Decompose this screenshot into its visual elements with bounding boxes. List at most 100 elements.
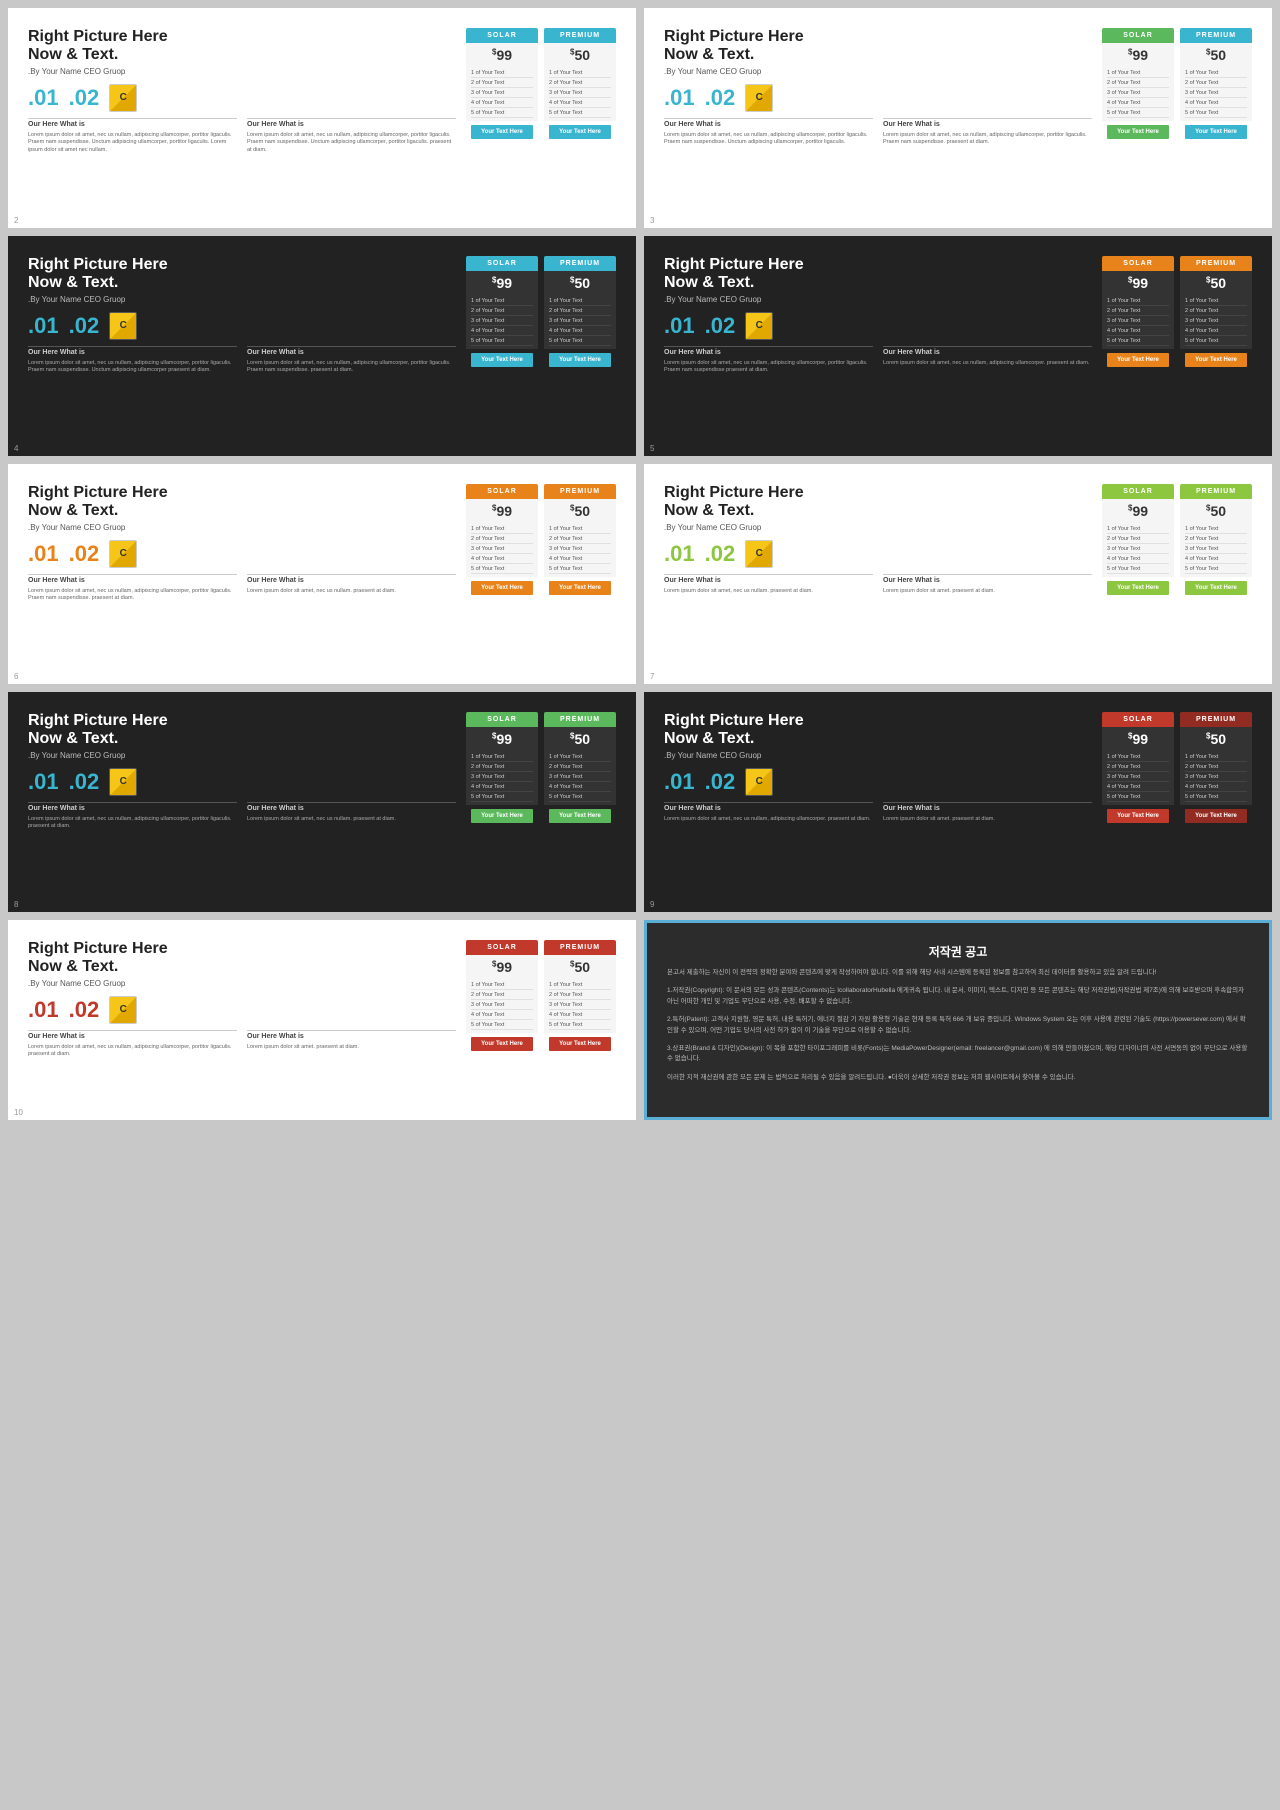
slide-3-card1: SOLAR $99 1 of Your Text 2 of Your Text … xyxy=(1102,28,1174,208)
slide-9-desc2: Lorem ipsum dolor sit amet. praesent at … xyxy=(883,816,1092,824)
card-btn[interactable]: Your Text Here xyxy=(471,1037,533,1051)
slide-3-logo: C xyxy=(745,84,773,112)
slide-4-logo: C xyxy=(109,312,137,340)
card-btn[interactable]: Your Text Here xyxy=(549,353,611,367)
slide-7-card1: SOLAR $99 1 of Your Text 2 of Your Text … xyxy=(1102,484,1174,664)
card-btn[interactable]: Your Text Here xyxy=(1185,581,1247,595)
slide-7-desc2: Lorem ipsum dolor sit amet. praesent at … xyxy=(883,588,1092,596)
card-btn[interactable]: Your Text Here xyxy=(549,125,611,139)
slide-2-card2: PREMIUM $50 1 of Your Text 2 of Your Tex… xyxy=(544,28,616,208)
card-features: 1 of Your Text 2 of Your Text 3 of Your … xyxy=(544,293,616,349)
card-header: PREMIUM xyxy=(1180,712,1252,727)
slide-4-label2: Our Here What is xyxy=(247,346,456,356)
card-btn[interactable]: Your Text Here xyxy=(1107,125,1169,139)
slide-8-desc2: Lorem ipsum dolor sit amet, nec us nulla… xyxy=(247,816,456,831)
slide-9: Right Picture HereNow & Text. .By Your N… xyxy=(644,692,1272,912)
page-number: 5 xyxy=(650,444,654,453)
slide-7-stat1: .01 xyxy=(664,541,695,567)
slide-2-title: Right Picture HereNow & Text. xyxy=(28,28,456,65)
page-number: 3 xyxy=(650,216,654,225)
card-price: $99 xyxy=(466,499,538,521)
card-btn[interactable]: Your Text Here xyxy=(1107,809,1169,823)
card-features: 1 of Your Text 2 of Your Text 3 of Your … xyxy=(544,521,616,577)
slide-5-card2: PREMIUM $50 1 of Your Text 2 of Your Tex… xyxy=(1180,256,1252,436)
slide-7-logo: C xyxy=(745,540,773,568)
slide-5-stat2: .02 xyxy=(705,313,736,339)
card-features: 1 of Your Text 2 of Your Text 3 of Your … xyxy=(466,293,538,349)
slide-4-desc1: Lorem ipsum dolor sit amet, nec us nulla… xyxy=(28,360,237,375)
slide-3-subtitle: .By Your Name CEO Gruop xyxy=(664,67,1092,76)
slide-5: Right Picture HereNow & Text. .By Your N… xyxy=(644,236,1272,456)
slide-2: Right Picture HereNow & Text. .By Your N… xyxy=(8,8,636,228)
slide-7-desc1: Lorem ipsum dolor sit amet, nec us nulla… xyxy=(664,588,873,596)
slide-10-logo: C xyxy=(109,996,137,1024)
slide-10-stat1: .01 xyxy=(28,997,59,1023)
card-header: SOLAR xyxy=(1102,484,1174,499)
card-header: PREMIUM xyxy=(544,484,616,499)
card-btn[interactable]: Your Text Here xyxy=(1107,581,1169,595)
card-header: PREMIUM xyxy=(544,256,616,271)
card-btn[interactable]: Your Text Here xyxy=(1185,125,1247,139)
slide-6-label1: Our Here What is xyxy=(28,574,237,584)
slide-7-stat2: .02 xyxy=(705,541,736,567)
slide-7-title: Right Picture HereNow & Text. xyxy=(664,484,1092,521)
slide-10-desc2: Lorem ipsum dolor sit amet. praesent at … xyxy=(247,1044,456,1059)
card-header: SOLAR xyxy=(1102,256,1174,271)
copyright-para5: 이러한 지적 재산권에 관한 모든 문제 는 법적으로 처리될 수 있음을 알려… xyxy=(667,1073,1249,1083)
card-btn[interactable]: Your Text Here xyxy=(1185,353,1247,367)
copyright-title: 저작권 공고 xyxy=(667,943,1249,960)
card-price: $99 xyxy=(466,727,538,749)
card-btn[interactable]: Your Text Here xyxy=(549,581,611,595)
page-number: 8 xyxy=(14,900,18,909)
card-header: PREMIUM xyxy=(1180,28,1252,43)
slide-8-stat1: .01 xyxy=(28,769,59,795)
slide-2-label1: Our Here What is xyxy=(28,118,237,128)
copyright-para1: 본고서 제출하는 자신이 이 전략의 정확한 분야와 콘텐츠에 맞게 작성하여야… xyxy=(667,968,1249,978)
page-number: 7 xyxy=(650,672,654,681)
page-number: 6 xyxy=(14,672,18,681)
page-number: 2 xyxy=(14,216,18,225)
card-btn[interactable]: Your Text Here xyxy=(1185,809,1247,823)
slide-4-subtitle: .By Your Name CEO Gruop xyxy=(28,295,456,304)
slide-7: Right Picture HereNow & Text. .By Your N… xyxy=(644,464,1272,684)
slide-4-desc2: Lorem ipsum dolor sit amet, nec us nulla… xyxy=(247,360,456,375)
card-price: $50 xyxy=(544,43,616,65)
slide-3-stat2: .02 xyxy=(705,85,736,111)
card-features: 1 of Your Text 2 of Your Text 3 of Your … xyxy=(1102,65,1174,121)
slide-10-title: Right Picture HereNow & Text. xyxy=(28,940,456,977)
page-number: 4 xyxy=(14,444,18,453)
card-btn[interactable]: Your Text Here xyxy=(471,125,533,139)
slide-3-label1: Our Here What is xyxy=(664,118,873,128)
slide-2-card1: SOLAR $99 1 of Your Text 2 of Your Text … xyxy=(466,28,538,208)
slide-7-card2: PREMIUM $50 1 of Your Text 2 of Your Tex… xyxy=(1180,484,1252,664)
slide-2-logo: C xyxy=(109,84,137,112)
card-features: 1 of Your Text 2 of Your Text 3 of Your … xyxy=(544,977,616,1033)
card-btn[interactable]: Your Text Here xyxy=(471,581,533,595)
slide-3-stat1: .01 xyxy=(664,85,695,111)
copyright-para2: 1.저작권(Copyright): 이 문서의 모든 성과 콘텐츠(Conten… xyxy=(667,986,1249,1007)
card-features: 1 of Your Text 2 of Your Text 3 of Your … xyxy=(1102,293,1174,349)
slide-3-title: Right Picture HereNow & Text. xyxy=(664,28,1092,65)
card-features: 1 of Your Text 2 of Your Text 3 of Your … xyxy=(1102,749,1174,805)
card-features: 1 of Your Text 2 of Your Text 3 of Your … xyxy=(1180,749,1252,805)
card-btn[interactable]: Your Text Here xyxy=(1107,353,1169,367)
slide-3-desc1: Lorem ipsum dolor sit amet, nec us nulla… xyxy=(664,132,873,147)
card-price: $99 xyxy=(466,271,538,293)
slide-8-stat2: .02 xyxy=(69,769,100,795)
slide-7-subtitle: .By Your Name CEO Gruop xyxy=(664,523,1092,532)
slide-2-desc2: Lorem ipsum dolor sit amet, nec us nulla… xyxy=(247,132,456,155)
card-btn[interactable]: Your Text Here xyxy=(549,809,611,823)
slide-6-subtitle: .By Your Name CEO Gruop xyxy=(28,523,456,532)
card-price: $99 xyxy=(466,955,538,977)
card-features: 1 of Your Text 2 of Your Text 3 of Your … xyxy=(544,749,616,805)
card-features: 1 of Your Text 2 of Your Text 3 of Your … xyxy=(544,65,616,121)
slide-5-logo: C xyxy=(745,312,773,340)
card-btn[interactable]: Your Text Here xyxy=(549,1037,611,1051)
card-price: $50 xyxy=(544,499,616,521)
slide-5-label1: Our Here What is xyxy=(664,346,873,356)
card-btn[interactable]: Your Text Here xyxy=(471,809,533,823)
slide-4: Right Picture HereNow & Text. .By Your N… xyxy=(8,236,636,456)
slide-9-stat1: .01 xyxy=(664,769,695,795)
card-header: PREMIUM xyxy=(1180,256,1252,271)
card-btn[interactable]: Your Text Here xyxy=(471,353,533,367)
